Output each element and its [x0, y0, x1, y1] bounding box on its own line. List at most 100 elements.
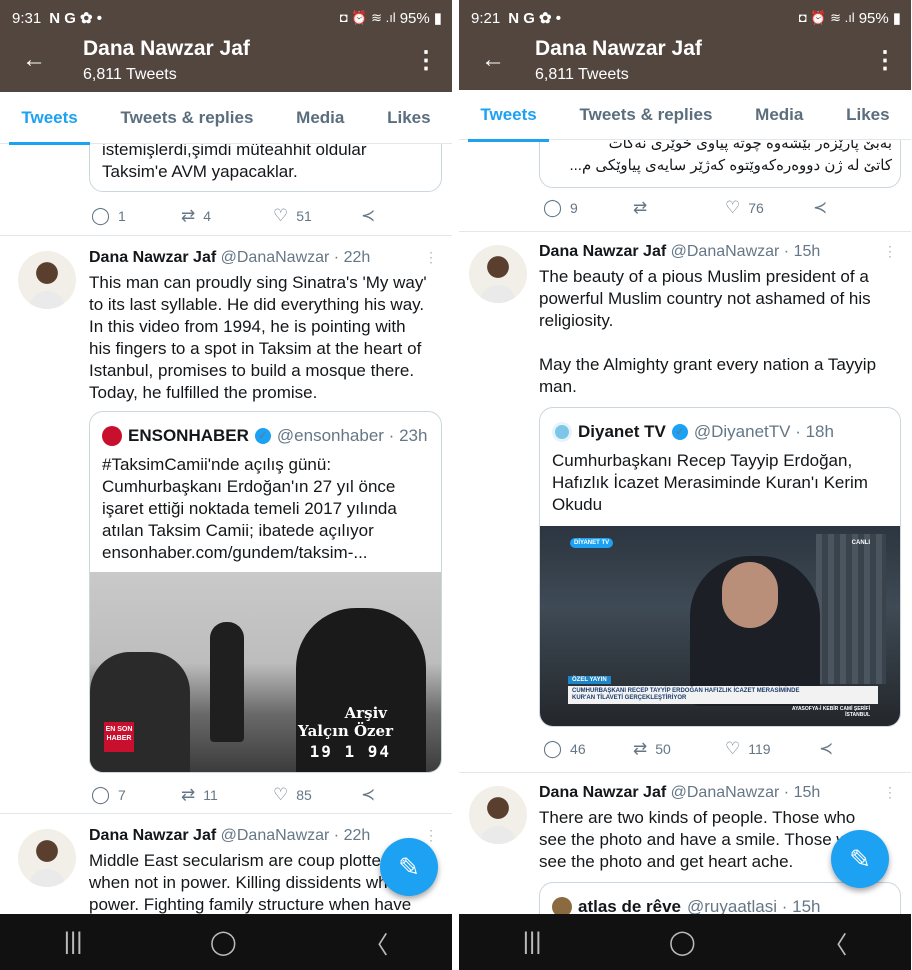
reply-button[interactable]: ◯ 9	[543, 198, 578, 218]
tab-likes[interactable]: Likes	[381, 92, 436, 144]
retweet-icon: ⇄	[633, 198, 648, 217]
tweet-count: 6,811 Tweets	[535, 66, 629, 83]
profile-header: ← Dana Nawzar Jaf 6,811 Tweets ⋮	[459, 36, 911, 92]
tweet-author-name[interactable]: Dana Nawzar Jaf	[539, 784, 666, 801]
ensonhaber-logo-icon	[102, 426, 122, 446]
tweet-menu-icon[interactable]: ⋮	[424, 827, 438, 844]
video-thumbnail[interactable]: DİYANET TV CANLI ÖZEL YAYIN CUMHURBAŞKAN…	[540, 526, 900, 726]
tab-tweets[interactable]: Tweets	[468, 89, 550, 142]
reply-button[interactable]: ◯ 1	[91, 206, 126, 226]
tweet-header: Dana Nawzar Jaf @DanaNawzar · 22h	[89, 249, 370, 267]
android-nav-bar: ||| ◯ 〈	[0, 914, 452, 970]
avatar[interactable]	[469, 786, 527, 844]
heart-icon: ♡	[725, 739, 741, 758]
tweet-header: Dana Nawzar Jaf @DanaNawzar · 15h	[539, 243, 820, 261]
ensonhaber-watermark: EN SON HABER	[104, 722, 134, 752]
recents-button[interactable]: |||	[64, 928, 83, 956]
reply-button[interactable]: ◯ 46	[543, 739, 586, 759]
retweet-button[interactable]: ⇄ 11	[181, 785, 218, 805]
share-button[interactable]: ≺	[819, 739, 833, 759]
reply-count: 1	[118, 208, 126, 224]
person-silhouette	[210, 622, 244, 742]
like-button[interactable]: ♡ 85	[273, 785, 312, 805]
quoted-tweet-text: بەبێ پارێزەر بێشەوە چوتە پیاوی خوێری نەک…	[569, 140, 892, 174]
tweet-text: This man can proudly sing Sinatra's 'My …	[89, 273, 427, 402]
like-button[interactable]: ♡ 51	[273, 206, 312, 226]
battery-icon: ▮	[892, 10, 901, 27]
quoted-tweet-text: Cumhurbaşkanı Recep Tayyip Erdoğan, Hafı…	[552, 451, 868, 514]
tab-tweets-replies[interactable]: Tweets & replies	[574, 89, 719, 141]
tweet-card[interactable]: Dana Nawzar Jaf @DanaNawzar · 15h ⋮ The …	[459, 233, 911, 773]
share-icon: ≺	[813, 198, 828, 217]
reply-count: 46	[570, 741, 586, 757]
back-arrow-icon[interactable]: ←	[481, 48, 505, 72]
retweet-count: 50	[655, 741, 671, 757]
live-label: CANLI	[851, 540, 870, 546]
video-thumbnail[interactable]: EN SON HABER Arşiv Yalçın Özer 19 1 94	[90, 572, 441, 772]
tweet-handle-time: @DanaNawzar · 22h	[220, 827, 371, 844]
tab-tweets[interactable]: Tweets	[9, 92, 91, 145]
reply-button[interactable]: ◯ 7	[91, 785, 126, 805]
retweet-button[interactable]: ⇄ 50	[633, 739, 671, 759]
status-time: 9:31	[12, 9, 42, 27]
media-caption: Arşiv	[344, 704, 387, 722]
location-caption: AYASOFYA-İ KEBİR CAMİ ŞERİFİ İSTANBUL	[791, 706, 870, 718]
home-button[interactable]: ◯	[210, 928, 237, 957]
tab-tweets-replies[interactable]: Tweets & replies	[115, 92, 260, 144]
tweet-actions: ◯ 7 ⇄ 11 ♡ 85 ≺	[89, 785, 432, 809]
home-button[interactable]: ◯	[669, 928, 696, 957]
tweet-menu-icon[interactable]: ⋮	[424, 249, 438, 266]
like-button[interactable]: ♡ 119	[725, 739, 771, 759]
compose-tweet-button[interactable]: ✎	[831, 830, 889, 888]
profile-name: Dana Nawzar Jaf	[535, 37, 702, 60]
share-button[interactable]: ≺	[361, 785, 375, 805]
tweet-card-previous[interactable]: istemişlerdi,şimdi müteahhit oldular Tak…	[0, 144, 452, 236]
reply-icon: ◯	[543, 198, 563, 217]
quoted-tweet-header: atlas de rêve @ruyaatlasi · 15h	[552, 897, 821, 914]
more-options-icon[interactable]: ⋮	[414, 46, 438, 75]
more-options-icon[interactable]: ⋮	[873, 46, 897, 75]
tweet-author-name[interactable]: Dana Nawzar Jaf	[89, 827, 216, 844]
back-button[interactable]: 〈	[364, 925, 388, 960]
quoted-tweet[interactable]: istemişlerdi,şimdi müteahhit oldular Tak…	[89, 144, 442, 192]
compose-tweet-button[interactable]: ✎	[380, 838, 438, 896]
tweet-menu-icon[interactable]: ⋮	[883, 243, 897, 260]
recents-button[interactable]: |||	[523, 928, 542, 956]
like-button[interactable]: ♡ 76	[725, 198, 764, 218]
verified-badge-icon: ✓	[254, 428, 271, 444]
tab-likes[interactable]: Likes	[840, 89, 895, 141]
timeline[interactable]: بەبێ پارێزەر بێشەوە چوتە پیاوی خوێری نەک…	[459, 140, 911, 914]
avatar[interactable]	[469, 245, 527, 303]
status-bar: 9:21 N G ✿ • ◘ ⏰ ≋ .ıl 95% ▮	[459, 0, 911, 36]
quoted-tweet[interactable]: بەبێ پارێزەر بێشەوە چوتە پیاوی خوێری نەک…	[539, 140, 901, 188]
avatar[interactable]	[18, 251, 76, 309]
tab-media[interactable]: Media	[749, 89, 809, 141]
tweet-text: The beauty of a pious Muslim president o…	[539, 267, 877, 396]
reply-count: 9	[570, 200, 578, 216]
quoted-tweet[interactable]: ENSONHABER ✓ @ensonhaber · 23h #TaksimCa…	[89, 411, 442, 773]
status-bar: 9:31 N G ✿ • ◘ ⏰ ≋ .ıl 95% ▮	[0, 0, 452, 36]
tweet-card-previous[interactable]: بەبێ پارێزەر بێشەوە چوتە پیاوی خوێری نەک…	[459, 140, 911, 232]
quoted-tweet-header: Diyanet TV ✓ @DiyanetTV · 18h	[552, 422, 834, 442]
quoted-tweet[interactable]: Diyanet TV ✓ @DiyanetTV · 18h Cumhurbaşk…	[539, 407, 901, 727]
share-button[interactable]: ≺	[813, 198, 827, 218]
heart-icon: ♡	[725, 198, 741, 217]
heart-icon: ♡	[273, 206, 289, 225]
back-button[interactable]: 〈	[823, 925, 847, 960]
back-arrow-icon[interactable]: ←	[22, 48, 46, 72]
tweet-menu-icon[interactable]: ⋮	[883, 784, 897, 801]
avatar[interactable]	[18, 829, 76, 887]
share-button[interactable]: ≺	[361, 206, 375, 226]
tweet-author-name[interactable]: Dana Nawzar Jaf	[539, 243, 666, 260]
retweet-button[interactable]: ⇄ 4	[181, 206, 211, 226]
tab-media[interactable]: Media	[290, 92, 350, 144]
retweet-button[interactable]: ⇄	[633, 198, 647, 218]
tweet-author-name[interactable]: Dana Nawzar Jaf	[89, 249, 216, 266]
timeline[interactable]: istemişlerdi,şimdi müteahhit oldular Tak…	[0, 144, 452, 914]
tweet-card[interactable]: Dana Nawzar Jaf @DanaNawzar · 22h ⋮ This…	[0, 237, 452, 814]
share-icon: ≺	[361, 206, 376, 225]
status-time: 9:21	[471, 9, 501, 27]
like-count: 85	[296, 787, 312, 803]
quoted-handle-time: @DiyanetTV · 18h	[693, 422, 834, 441]
quoted-tweet[interactable]: atlas de rêve @ruyaatlasi · 15h	[539, 882, 901, 914]
